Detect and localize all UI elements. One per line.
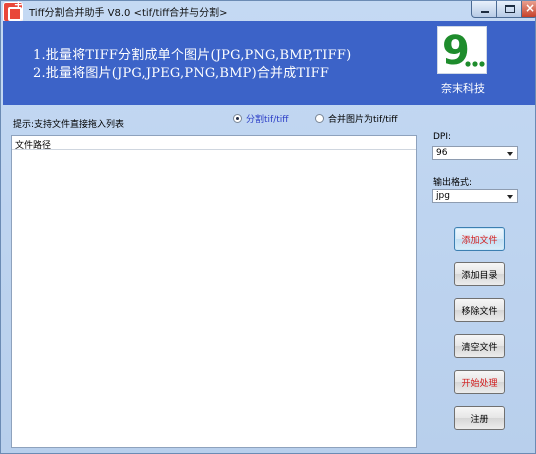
register-button[interactable]: 注册 [454, 406, 505, 430]
app-logo-icon [3, 0, 23, 22]
company-logo: 9 [437, 26, 487, 74]
maximize-icon [505, 5, 515, 13]
window-title: Tiff分割合并助手 V8.0 <tif/tiff合并与分割> [29, 8, 228, 19]
title-bar[interactable]: Tiff分割合并助手 V8.0 <tif/tiff合并与分割> × [1, 0, 536, 22]
radio-merge-indicator[interactable] [315, 113, 324, 123]
feature-banner: 1.批量将TIFF分割成单个图片(JPG,PNG,BMP,TIFF) 2.批量将… [3, 21, 535, 105]
remove-file-button[interactable]: 移除文件 [454, 298, 505, 322]
add-file-button[interactable]: 添加文件 [454, 227, 505, 251]
close-icon: × [525, 1, 536, 15]
maximize-button[interactable] [496, 1, 522, 18]
clear-files-button[interactable]: 清空文件 [454, 334, 505, 358]
logo-digit: 9 [442, 28, 470, 73]
output-format-select[interactable]: jpg [432, 189, 518, 203]
chevron-down-icon[interactable] [507, 195, 513, 199]
start-processing-button[interactable]: 开始处理 [454, 370, 505, 394]
radio-split-mode[interactable]: 分割tif/tiff [233, 112, 289, 125]
radio-split-indicator[interactable] [233, 113, 242, 123]
add-folder-button[interactable]: 添加目录 [454, 262, 505, 286]
feature-line-split: 1.批量将TIFF分割成单个图片(JPG,PNG,BMP,TIFF) [33, 48, 352, 63]
chevron-down-icon[interactable] [507, 152, 513, 156]
column-file-path: 文件路径 [15, 141, 52, 151]
feature-line-merge: 2.批量将图片(JPG,JPEG,PNG,BMP)合并成TIFF [33, 66, 330, 81]
minimize-icon [481, 11, 489, 13]
output-format-label: 输出格式: [433, 178, 473, 188]
output-format-value: jpg [436, 191, 450, 201]
dpi-select[interactable]: 96 [432, 146, 518, 160]
drag-drop-tip: 提示:支持文件直接拖入列表 [13, 120, 125, 130]
file-list-header[interactable]: 文件路径 [12, 136, 416, 151]
radio-split-label: 分割tif/tiff [246, 114, 289, 125]
company-name: 奈末科技 [441, 82, 485, 95]
close-button[interactable]: × [521, 1, 536, 18]
dpi-label: DPI: [433, 132, 452, 142]
minimize-button[interactable] [471, 1, 497, 18]
radio-merge-mode[interactable]: 合并图片为tif/tiff [315, 112, 398, 125]
company-logo-icon: 9 [442, 28, 485, 73]
file-list[interactable]: 文件路径 [11, 135, 417, 448]
app-window: Tiff分割合并助手 V8.0 <tif/tiff合并与分割> × 1.批量将T… [0, 0, 536, 454]
radio-merge-label: 合并图片为tif/tiff [328, 114, 398, 125]
dpi-value: 96 [436, 148, 448, 158]
